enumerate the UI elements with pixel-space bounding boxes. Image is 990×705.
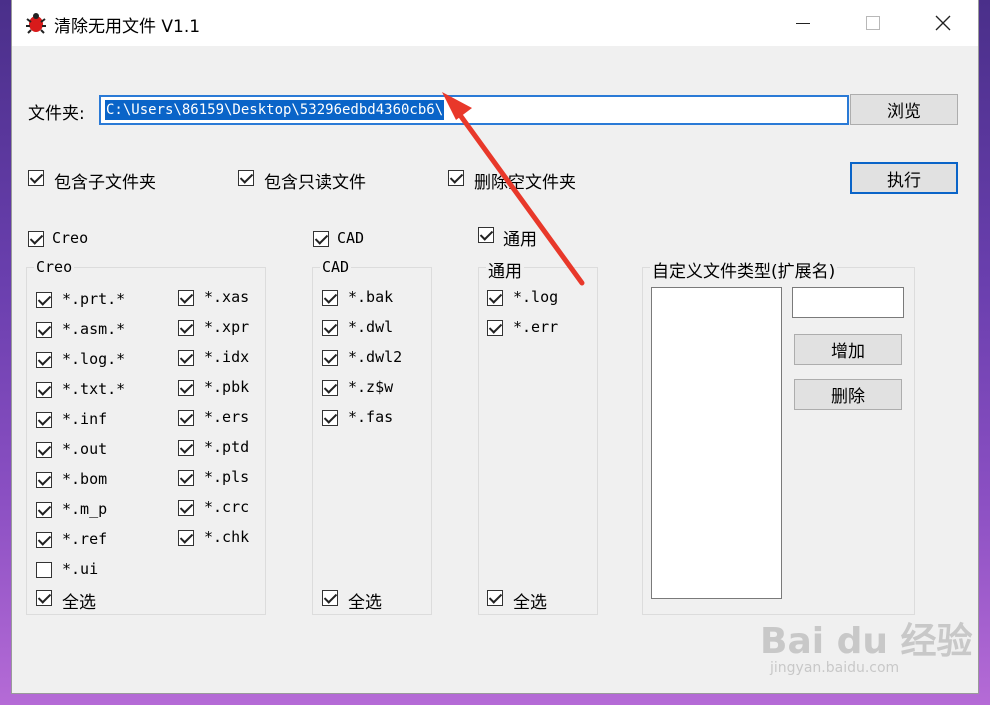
creo-category-label: Creo xyxy=(52,229,89,247)
creo-ext-label: *.xpr xyxy=(204,318,250,336)
delete-empty-folders-label: 删除空文件夹 xyxy=(474,173,576,193)
creo-ext-checkbox[interactable] xyxy=(36,322,52,338)
creo-ext-checkbox[interactable] xyxy=(178,470,194,486)
watermark-url: jingyan.baidu.com xyxy=(770,660,900,676)
creo-ext-checkbox[interactable] xyxy=(36,412,52,428)
creo-ext-label: *.ptd xyxy=(204,438,250,456)
custom-type-list[interactable] xyxy=(651,287,782,599)
delete-empty-folders-checkbox[interactable] xyxy=(448,170,464,186)
creo-ext-label: *.inf xyxy=(62,410,108,428)
creo-ext-label: *.crc xyxy=(204,498,250,516)
creo-ext-label: *.ers xyxy=(204,408,250,426)
creo-category-checkbox[interactable] xyxy=(28,231,44,247)
creo-select-all-checkbox[interactable] xyxy=(36,590,52,606)
creo-ext-checkbox[interactable] xyxy=(36,352,52,368)
cad-ext-label: *.dwl2 xyxy=(348,348,403,366)
app-window: 清除无用文件 V1.1 文件夹: C:\Users\86159\Desktop\… xyxy=(12,0,978,693)
creo-ext-label: *.bom xyxy=(62,470,108,488)
creo-ext-checkbox[interactable] xyxy=(178,440,194,456)
general-select-all-checkbox[interactable] xyxy=(487,590,503,606)
cad-ext-checkbox[interactable] xyxy=(322,350,338,366)
general-ext-label: *.err xyxy=(513,318,559,336)
folder-path-text: C:\Users\86159\Desktop\53296edbd4360cb6\ xyxy=(105,100,445,120)
creo-ext-checkbox[interactable] xyxy=(178,530,194,546)
cad-ext-checkbox[interactable] xyxy=(322,320,338,336)
include-readonly-label: 包含只读文件 xyxy=(264,173,366,193)
creo-ext-checkbox[interactable] xyxy=(36,292,52,308)
general-group-caption: 通用 xyxy=(486,257,524,282)
minimize-button[interactable] xyxy=(768,0,838,46)
window-title: 清除无用文件 V1.1 xyxy=(54,17,201,37)
custom-type-caption: 自定义文件类型(扩展名) xyxy=(650,257,838,282)
add-button[interactable]: 增加 xyxy=(794,334,902,365)
creo-ext-checkbox[interactable] xyxy=(178,500,194,516)
cad-ext-label: *.bak xyxy=(348,288,394,306)
cad-ext-label: *.dwl xyxy=(348,318,394,336)
include-subfolders-label: 包含子文件夹 xyxy=(54,173,156,193)
creo-ext-label: *.ref xyxy=(62,530,108,548)
close-icon xyxy=(935,15,951,31)
cad-select-all-checkbox[interactable] xyxy=(322,590,338,606)
watermark-brand: Bai du 经验 xyxy=(760,621,973,662)
general-ext-checkbox[interactable] xyxy=(487,320,503,336)
cad-ext-label: *.fas xyxy=(348,408,394,426)
maximize-button[interactable] xyxy=(838,0,908,46)
folder-label: 文件夹: xyxy=(28,104,85,124)
creo-ext-label: *.asm.* xyxy=(62,320,126,338)
creo-ext-checkbox[interactable] xyxy=(36,562,52,578)
browse-button[interactable]: 浏览 xyxy=(850,94,958,125)
creo-ext-label: *.prt.* xyxy=(62,290,126,308)
creo-ext-checkbox[interactable] xyxy=(36,472,52,488)
creo-ext-label: *.ui xyxy=(62,560,99,578)
creo-ext-label: *.out xyxy=(62,440,108,458)
creo-ext-checkbox[interactable] xyxy=(36,442,52,458)
cad-ext-checkbox[interactable] xyxy=(322,410,338,426)
general-category-label: 通用 xyxy=(503,230,537,250)
maximize-icon xyxy=(866,16,880,30)
bug-icon xyxy=(26,13,46,34)
cad-ext-label: *.z$w xyxy=(348,378,394,396)
creo-ext-checkbox[interactable] xyxy=(178,380,194,396)
creo-ext-checkbox[interactable] xyxy=(36,502,52,518)
creo-group-caption: Creo xyxy=(34,258,75,276)
creo-ext-label: *.idx xyxy=(204,348,250,366)
cad-select-all-label: 全选 xyxy=(348,593,382,613)
general-ext-label: *.log xyxy=(513,288,559,306)
creo-ext-label: *.txt.* xyxy=(62,380,126,398)
minimize-icon xyxy=(796,22,810,24)
cad-group-caption: CAD xyxy=(320,258,352,276)
creo-ext-label: *.m_p xyxy=(62,500,108,518)
creo-ext-checkbox[interactable] xyxy=(36,382,52,398)
creo-ext-label: *.xas xyxy=(204,288,250,306)
cad-ext-checkbox[interactable] xyxy=(322,290,338,306)
folder-path-input[interactable]: C:\Users\86159\Desktop\53296edbd4360cb6\ xyxy=(99,95,849,125)
creo-ext-checkbox[interactable] xyxy=(178,290,194,306)
creo-ext-label: *.pbk xyxy=(204,378,250,396)
creo-ext-checkbox[interactable] xyxy=(178,350,194,366)
creo-ext-checkbox[interactable] xyxy=(178,320,194,336)
creo-ext-label: *.chk xyxy=(204,528,250,546)
cad-ext-checkbox[interactable] xyxy=(322,380,338,396)
title-bar[interactable]: 清除无用文件 V1.1 xyxy=(12,0,978,46)
creo-select-all-label: 全选 xyxy=(62,593,96,613)
creo-ext-label: *.pls xyxy=(204,468,250,486)
cad-category-checkbox[interactable] xyxy=(313,231,329,247)
execute-button[interactable]: 执行 xyxy=(850,162,958,194)
general-ext-checkbox[interactable] xyxy=(487,290,503,306)
general-category-checkbox[interactable] xyxy=(478,227,494,243)
include-subfolders-checkbox[interactable] xyxy=(28,170,44,186)
creo-ext-checkbox[interactable] xyxy=(36,532,52,548)
general-select-all-label: 全选 xyxy=(513,593,547,613)
creo-ext-label: *.log.* xyxy=(62,350,126,368)
delete-button[interactable]: 删除 xyxy=(794,379,902,410)
close-button[interactable] xyxy=(908,0,978,46)
creo-ext-checkbox[interactable] xyxy=(178,410,194,426)
cad-category-label: CAD xyxy=(337,229,365,247)
include-readonly-checkbox[interactable] xyxy=(238,170,254,186)
custom-extension-input[interactable] xyxy=(792,287,904,318)
